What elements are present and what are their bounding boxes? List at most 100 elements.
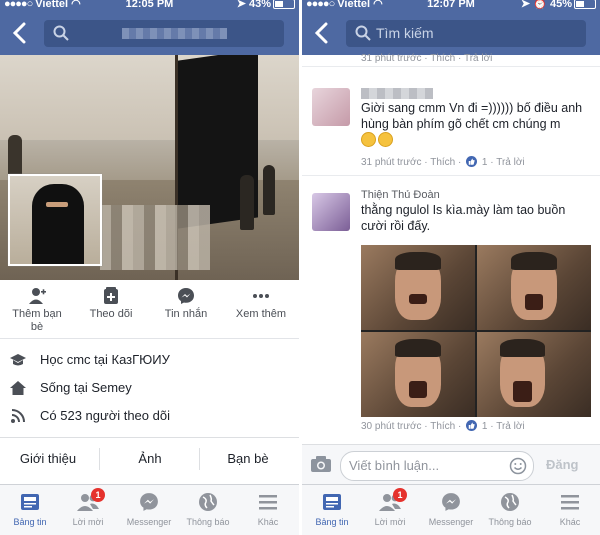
tab-friends[interactable]: Bạn bè <box>208 451 288 466</box>
tabbar-news-feed[interactable]: Bảng tin <box>1 490 59 527</box>
friend-requests-badge: 1 <box>91 488 105 502</box>
chevron-left-icon <box>314 22 328 44</box>
chevron-left-icon <box>12 22 26 44</box>
battery-percent: 43% <box>248 0 271 10</box>
tab-about[interactable]: Giới thiệu <box>8 451 88 466</box>
comment-composer: Viết bình luận... Đăng <box>302 444 600 485</box>
info-followers[interactable]: Có 523 người theo dõi <box>0 405 299 427</box>
search-input[interactable]: Tìm kiếm <box>346 20 586 47</box>
tabbar-friend-requests-label: Lời mời <box>72 517 104 527</box>
like-thumb-icon <box>466 420 478 431</box>
messenger-icon <box>140 493 158 511</box>
battery-icon <box>273 0 295 10</box>
reply-link[interactable]: Trả lời <box>496 157 524 168</box>
prev-comment-meta: 31 phút trước · Thích · Trả lời <box>361 53 493 64</box>
sticker-smile-icon[interactable] <box>509 457 527 475</box>
tabbar-friend-requests[interactable]: 1 Lời mời <box>361 488 419 527</box>
search-placeholder: Tìm kiếm <box>376 25 434 41</box>
comment-input[interactable]: Viết bình luận... <box>340 451 534 481</box>
tabbar-news-feed[interactable]: Bảng tin <box>303 490 361 527</box>
comment-text: Giời sang cmm Vn đi =)))))) bố điều anh … <box>361 100 591 149</box>
followers-text: Có 523 người theo dõi <box>40 408 170 423</box>
tabbar-more-label: Khác <box>257 517 279 527</box>
back-button[interactable] <box>314 22 332 44</box>
more-icon <box>253 294 269 298</box>
status-bar: ●●●●○ Viettel ◠ 12:07 PM ➤ ⏰ 45% <box>302 0 600 12</box>
search-icon <box>355 25 371 41</box>
location-text: Sống tại Semey <box>40 380 132 395</box>
home-icon <box>10 381 26 395</box>
comment-time: 31 phút trước <box>361 157 422 168</box>
header-bar: ●●●●○ Viettel ◠ 12:07 PM ➤ ⏰ 45% Tìm kiế… <box>302 0 600 55</box>
tabbar-notifications[interactable]: Thông báo <box>481 490 539 527</box>
follow-icon <box>104 287 118 304</box>
add-friend-icon <box>29 288 46 304</box>
tabbar-notifications-label: Thông báo <box>186 517 230 527</box>
tabbar-messenger-label: Messenger <box>428 517 474 527</box>
tabbar-more-label: Khác <box>559 517 581 527</box>
laughing-emoji-icon <box>361 132 376 147</box>
menu-icon <box>259 495 277 510</box>
commenter-avatar[interactable] <box>312 88 350 126</box>
followers-icon <box>11 409 25 423</box>
tabbar-friend-requests[interactable]: 1 Lời mời <box>59 488 117 527</box>
meme-panel <box>361 332 475 417</box>
follow-button[interactable]: Theo dõi <box>80 286 142 321</box>
globe-icon <box>501 493 519 511</box>
see-more-button[interactable]: Xem thêm <box>228 286 294 321</box>
status-bar: ●●●●○ Viettel ◠ 12:05 PM ➤ 43% <box>0 0 299 12</box>
education-icon <box>10 354 26 366</box>
tabbar-notifications-label: Thông báo <box>488 517 532 527</box>
location-icon: ➤ <box>236 0 246 10</box>
reply-link[interactable]: Trả lời <box>496 421 524 432</box>
comment-meta: 30 phút trước · Thích · 1 · Trả lời <box>361 420 525 432</box>
message-label: Tin nhắn <box>164 308 208 320</box>
messenger-icon <box>178 288 194 304</box>
meme-panel <box>361 245 475 330</box>
tab-photos[interactable]: Ảnh <box>110 451 190 466</box>
like-count: 1 <box>481 421 488 432</box>
comment-placeholder: Viết bình luận... <box>349 458 440 473</box>
commenter-avatar[interactable] <box>312 193 350 231</box>
like-link[interactable]: Thích <box>430 421 455 432</box>
comment-time: 30 phút trước <box>361 421 422 432</box>
info-location[interactable]: Sống tại Semey <box>0 377 299 399</box>
news-feed-icon <box>323 494 341 510</box>
tabbar-notifications[interactable]: Thông báo <box>179 490 237 527</box>
comment-text: thằng ngulol Is kìa.mày làm tao buồn cườ… <box>361 203 566 233</box>
like-count: 1 <box>481 157 488 168</box>
tabbar-more[interactable]: Khác <box>541 490 599 527</box>
add-friend-label: Thêm bạn bè <box>12 308 62 333</box>
like-link[interactable]: Thích <box>430 53 455 64</box>
friend-requests-badge: 1 <box>393 488 407 502</box>
tabbar-messenger[interactable]: Messenger <box>422 490 480 527</box>
messenger-icon <box>442 493 460 511</box>
censored-name <box>122 28 227 39</box>
profile-picture[interactable] <box>8 174 102 266</box>
profile-screen: ●●●●○ Viettel ◠ 12:05 PM ➤ 43% Thêm bạn … <box>0 0 299 535</box>
comment-time: 31 phút trước <box>361 53 422 64</box>
alarm-icon: ⏰ <box>533 0 547 10</box>
reply-link[interactable]: Trả lời <box>464 53 492 64</box>
search-input[interactable] <box>44 20 284 47</box>
add-friend-button[interactable]: Thêm bạn bè <box>2 286 72 334</box>
profile-info: Học cmc tại КазГЮИУ Sống tại Semey Có 52… <box>0 343 299 435</box>
like-link[interactable]: Thích <box>430 157 455 168</box>
tab-bar: Bảng tin 1 Lời mời Messenger Thông báo K… <box>302 484 600 535</box>
tabbar-more[interactable]: Khác <box>239 490 297 527</box>
profile-tabs: Giới thiệu Ảnh Bạn bè <box>0 437 299 482</box>
like-thumb-icon <box>466 156 478 167</box>
tabbar-messenger[interactable]: Messenger <box>120 490 178 527</box>
comments-screen: ●●●●○ Viettel ◠ 12:07 PM ➤ ⏰ 45% Tìm kiế… <box>302 0 600 535</box>
message-button[interactable]: Tin nhắn <box>155 286 217 321</box>
back-button[interactable] <box>12 22 30 44</box>
comment-meta: 31 phút trước · Thích · 1 · Trả lời <box>361 156 525 168</box>
censored-name <box>361 88 433 99</box>
post-button[interactable]: Đăng <box>546 457 579 472</box>
comment-meme-image[interactable] <box>361 245 591 417</box>
location-icon: ➤ <box>520 0 531 10</box>
camera-icon[interactable] <box>310 455 332 473</box>
news-feed-icon <box>21 494 39 510</box>
info-education[interactable]: Học cmc tại КазГЮИУ <box>0 349 299 371</box>
meme-panel <box>477 332 591 417</box>
